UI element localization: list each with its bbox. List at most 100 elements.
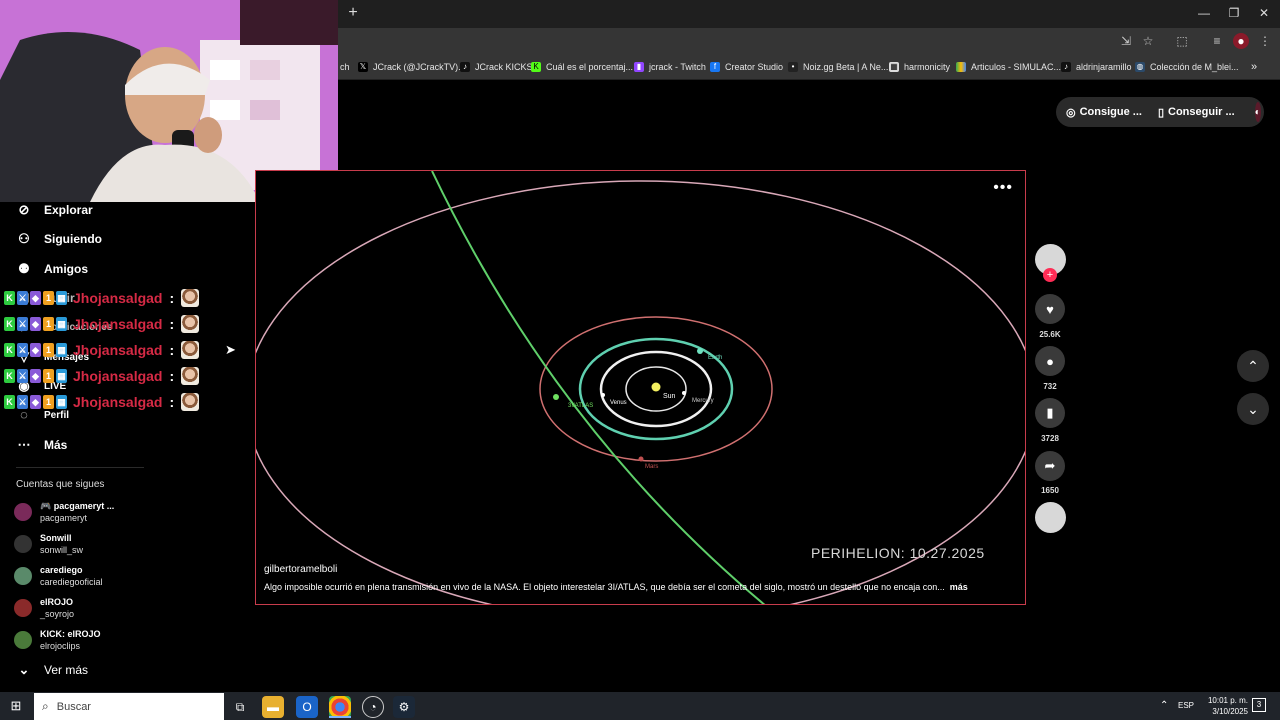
get-app-button[interactable]: ▯ Conseguir ... xyxy=(1158,106,1235,119)
chat-separator: : xyxy=(169,342,175,358)
bookmark-item[interactable]: 𝕏 JCrack (@JCrackTV)... xyxy=(358,59,466,75)
noiz-icon: • xyxy=(788,62,798,72)
sound-disc-avatar[interactable] xyxy=(1035,502,1066,533)
bookmark-item[interactable]: K Cuál es el porcentaj... xyxy=(531,59,633,75)
previous-video-button[interactable]: ⌃ xyxy=(1237,350,1269,382)
chat-separator: : xyxy=(169,368,175,384)
chevron-up-icon: ⌃ xyxy=(1247,357,1259,374)
mercury-label: Mercury xyxy=(692,398,714,404)
browser-menu-icon[interactable]: ⋮ xyxy=(1257,33,1273,49)
media-control-icon[interactable]: ≡ xyxy=(1209,33,1225,49)
followed-account-item[interactable]: 🎮 pacgameryt ... pacgameryt xyxy=(14,497,114,527)
steam-icon[interactable]: ⚙ xyxy=(393,696,415,718)
followed-account-item[interactable]: KICK: elROJO elrojoclips xyxy=(14,625,101,655)
bookmark-item[interactable]: ▦ harmonicity xyxy=(889,59,950,75)
atlas-label: 3I/ATLAS xyxy=(568,403,593,409)
user-avatar[interactable]: ◐ xyxy=(1254,102,1261,122)
gem-badge-icon: ◆ xyxy=(30,395,41,409)
sword-badge-icon: ⚔ xyxy=(17,395,28,409)
chevron-down-icon: ⌄ xyxy=(18,662,30,677)
next-video-button[interactable]: ⌄ xyxy=(1237,393,1269,425)
grid-badge-icon: ▦ xyxy=(56,317,67,331)
bookmark-item[interactable]: ▮ jcrack - Twitch xyxy=(634,59,706,75)
share-count: 1650 xyxy=(1041,486,1059,495)
facebook-icon: f xyxy=(710,62,720,72)
chat-message-row: K ⚔ ◆ 1 ▦ Jhojansalgad: xyxy=(4,392,200,412)
tier-badge-icon: 1 xyxy=(43,395,54,409)
see-more-description-button[interactable]: más xyxy=(950,582,968,592)
comment-button[interactable]: ● xyxy=(1035,346,1065,376)
nav-following[interactable]: ⚇ Siguiendo xyxy=(16,228,102,250)
restore-button[interactable]: ❐ xyxy=(1223,4,1245,22)
followed-account-item[interactable]: carediego carediegooficial xyxy=(14,561,103,591)
followed-account-item[interactable]: Sonwill sonwill_sw xyxy=(14,529,83,559)
avatar xyxy=(14,599,32,617)
obs-icon[interactable]: ◔ xyxy=(362,696,384,718)
get-coins-button[interactable]: ◎ Consigue ... xyxy=(1066,106,1142,119)
share-button[interactable]: ➦ xyxy=(1035,451,1065,481)
outlook-icon[interactable]: O xyxy=(296,696,318,718)
like-button[interactable]: ♥ xyxy=(1035,294,1065,324)
save-button[interactable]: ▮ xyxy=(1035,398,1065,428)
venus-label: Venus xyxy=(610,400,627,406)
chat-username: Jhojansalgad xyxy=(73,316,163,332)
bookmark-item[interactable]: Articulos - SIMULAC... xyxy=(956,59,1061,75)
sword-badge-icon: ⚔ xyxy=(17,343,28,357)
nav-more[interactable]: ⋯ Más xyxy=(16,434,68,456)
kick-icon: K xyxy=(531,62,541,72)
file-explorer-icon[interactable]: ▬ xyxy=(262,696,284,718)
sword-badge-icon: ⚔ xyxy=(17,291,28,305)
gem-badge-icon: ◆ xyxy=(30,317,41,331)
nav-friends[interactable]: ⚉ Amigos xyxy=(16,258,88,280)
bookmarks-overflow-button[interactable]: » xyxy=(1251,59,1257,75)
tray-overflow-icon[interactable]: ⌃ xyxy=(1160,700,1168,711)
extensions-icon[interactable]: ⬚ xyxy=(1174,33,1190,49)
close-window-button[interactable]: ✕ xyxy=(1253,4,1275,22)
chat-username: Jhojansalgad xyxy=(73,368,163,384)
notification-center-icon[interactable]: 3 xyxy=(1252,698,1266,712)
task-view-icon[interactable]: ⧉ xyxy=(229,696,251,718)
video-player[interactable]: Sun Venus Mercury Earth Mars 3I/ATLAS ••… xyxy=(255,170,1026,605)
grid-badge-icon: ▦ xyxy=(56,395,67,409)
kick-badge-icon: K xyxy=(4,395,15,409)
heart-icon: ♥ xyxy=(1046,301,1054,317)
twitch-icon: ▮ xyxy=(634,62,644,72)
video-description: Algo imposible ocurrió en plena transmis… xyxy=(264,582,968,592)
new-tab-button[interactable]: + xyxy=(344,4,362,22)
see-more-button[interactable]: ⌄ Ver más xyxy=(16,659,88,681)
nav-explore[interactable]: ⊘ Explorar xyxy=(16,199,93,221)
windows-start-icon[interactable]: ⊞ xyxy=(8,698,24,714)
chat-message-row: K ⚔ ◆ 1 ▦ Jhojansalgad: xyxy=(4,366,200,386)
install-app-icon[interactable]: ⇲ xyxy=(1118,33,1134,49)
like-count: 25.6K xyxy=(1039,330,1061,339)
gem-badge-icon: ◆ xyxy=(30,291,41,305)
avatar xyxy=(14,535,32,553)
grid-badge-icon: ▦ xyxy=(56,369,67,383)
chat-separator: : xyxy=(169,316,175,332)
bookmark-item[interactable]: ♪ aldrinjaramillo xyxy=(1061,59,1132,75)
profile-avatar-icon[interactable]: ● xyxy=(1233,33,1249,49)
compass-icon: ⊘ xyxy=(18,202,30,217)
chrome-icon[interactable] xyxy=(329,696,351,718)
bookmark-item[interactable]: f Creator Studio xyxy=(710,59,783,75)
taskbar-search-input[interactable]: ⌕ Buscar xyxy=(34,693,224,720)
followed-account-item[interactable]: elROJO _soyrojo xyxy=(14,593,74,623)
system-clock[interactable]: 10:01 p. m. 3/10/2025 xyxy=(1192,695,1248,717)
tiktok-icon: ♪ xyxy=(1061,62,1071,72)
grid-badge-icon: ▦ xyxy=(56,343,67,357)
minimize-button[interactable]: — xyxy=(1193,4,1215,22)
video-options-button[interactable]: ••• xyxy=(993,179,1013,197)
coin-icon: ◎ xyxy=(1066,106,1076,119)
bookmark-star-icon[interactable]: ☆ xyxy=(1140,33,1156,49)
emote-icon xyxy=(181,289,200,307)
bookmark-item[interactable]: ch xyxy=(340,59,350,75)
video-author[interactable]: gilbertoramelboli xyxy=(264,564,337,575)
tier-badge-icon: 1 xyxy=(43,291,54,305)
follow-plus-icon[interactable]: + xyxy=(1043,268,1057,282)
bookmark-item[interactable]: ♪ JCrack KICKS xyxy=(460,59,533,75)
tier-badge-icon: 1 xyxy=(43,343,54,357)
bookmark-item[interactable]: ◍ Colección de M_blei... xyxy=(1135,59,1239,75)
bookmark-item[interactable]: • Noiz.gg Beta | A Ne... xyxy=(788,59,888,75)
following-section-title: Cuentas que sigues xyxy=(16,479,105,490)
kick-badge-icon: K xyxy=(4,369,15,383)
